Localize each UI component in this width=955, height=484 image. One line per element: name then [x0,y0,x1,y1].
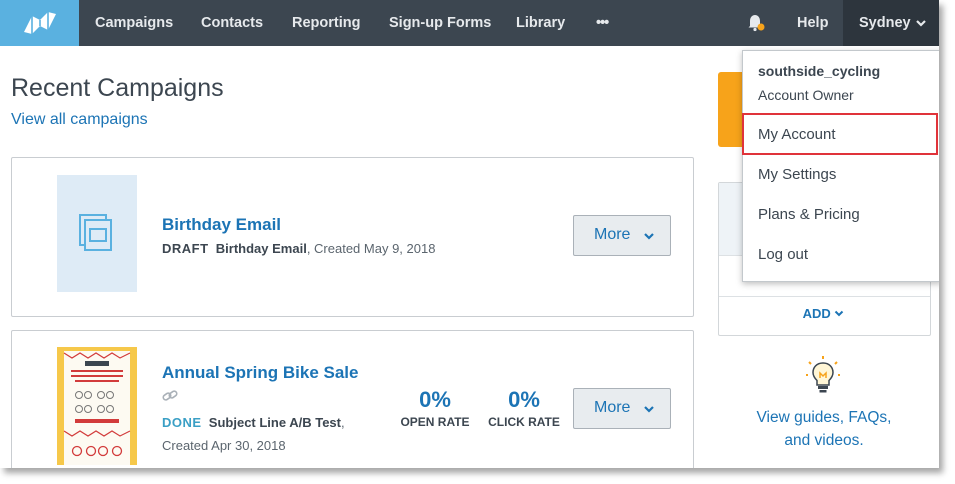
nav-signup-forms[interactable]: Sign-up Forms [389,0,491,46]
menu-item-log-out[interactable]: Log out [743,235,939,275]
nav-reporting[interactable]: Reporting [292,0,360,46]
view-all-campaigns-link[interactable]: View all campaigns [11,111,148,129]
top-nav-bar: Campaigns Contacts Reporting Sign-up For… [0,0,939,46]
nav-help[interactable]: Help [797,0,828,46]
draft-email-thumbnail-icon[interactable] [57,175,137,292]
click-rate-stat: 0% CLICK RATE [474,387,574,429]
guides-line-1: View guides, FAQs, [756,409,892,426]
user-dropdown-menu: southside_cycling Account Owner My Accou… [742,50,939,282]
campaign-card: Birthday Email DRAFT Birthday Email, Cre… [11,157,694,317]
open-rate-label: OPEN RATE [400,415,470,429]
panel-tab [719,183,743,255]
status-badge: DRAFT [162,241,209,256]
nav-contacts[interactable]: Contacts [201,0,263,46]
more-button[interactable]: More [573,215,671,256]
campaign-created-date: Created Apr 30, 2018 [162,438,286,453]
campaign-card: Annual Spring Bike Sale DONE Subject Lin… [11,330,694,468]
nav-more-icon[interactable]: ••• [596,0,609,46]
campaign-meta: DONE Subject Line A/B Test, Created Apr … [162,411,345,457]
page-title: Recent Campaigns [11,74,224,102]
dropdown-username: southside_cycling [758,63,881,79]
separator: , [340,415,345,430]
nav-campaigns[interactable]: Campaigns [95,0,173,46]
guides-line-2: and videos. [784,432,864,449]
status-badge: DONE [162,415,202,430]
chevron-down-icon [644,406,654,413]
link-icon [162,389,178,408]
divider [719,296,930,297]
email-preview-thumbnail[interactable] [57,347,137,465]
more-button-label: More [594,226,631,243]
user-name: Sydney [859,15,911,31]
app-window: Campaigns Contacts Reporting Sign-up For… [0,0,939,468]
add-button[interactable]: ADD [718,306,929,321]
menu-item-plans-pricing[interactable]: Plans & Pricing [743,195,939,235]
dropdown-role: Account Owner [758,87,854,103]
click-rate-value: 0% [508,387,540,412]
campaign-created-date: , Created May 9, 2018 [306,241,436,256]
click-rate-label: CLICK RATE [488,415,560,429]
nav-library[interactable]: Library [516,0,565,46]
chevron-down-icon [835,310,844,317]
lightbulb-icon [806,356,840,399]
campaign-title-link[interactable]: Birthday Email [162,215,281,235]
campaign-meta: DRAFT Birthday Email, Created May 9, 201… [162,237,435,260]
open-rate-value: 0% [419,387,451,412]
campaign-subject: Subject Line A/B Test [208,415,341,430]
user-menu-button[interactable]: Sydney [843,0,939,46]
logo-icon[interactable] [0,0,79,46]
highlight-box [742,113,938,155]
notification-bell-icon[interactable] [746,12,766,32]
chevron-down-icon [916,20,926,27]
campaign-title-link[interactable]: Annual Spring Bike Sale [162,363,359,383]
open-rate-stat: 0% OPEN RATE [385,387,485,429]
add-button-label: ADD [802,306,831,321]
chevron-down-icon [644,233,654,240]
campaign-subject: Birthday Email [215,241,307,256]
help-resources-link[interactable]: View guides, FAQs, and videos. [740,406,908,452]
more-button[interactable]: More [573,388,671,429]
more-button-label: More [594,399,631,416]
menu-item-my-settings[interactable]: My Settings [743,155,939,195]
